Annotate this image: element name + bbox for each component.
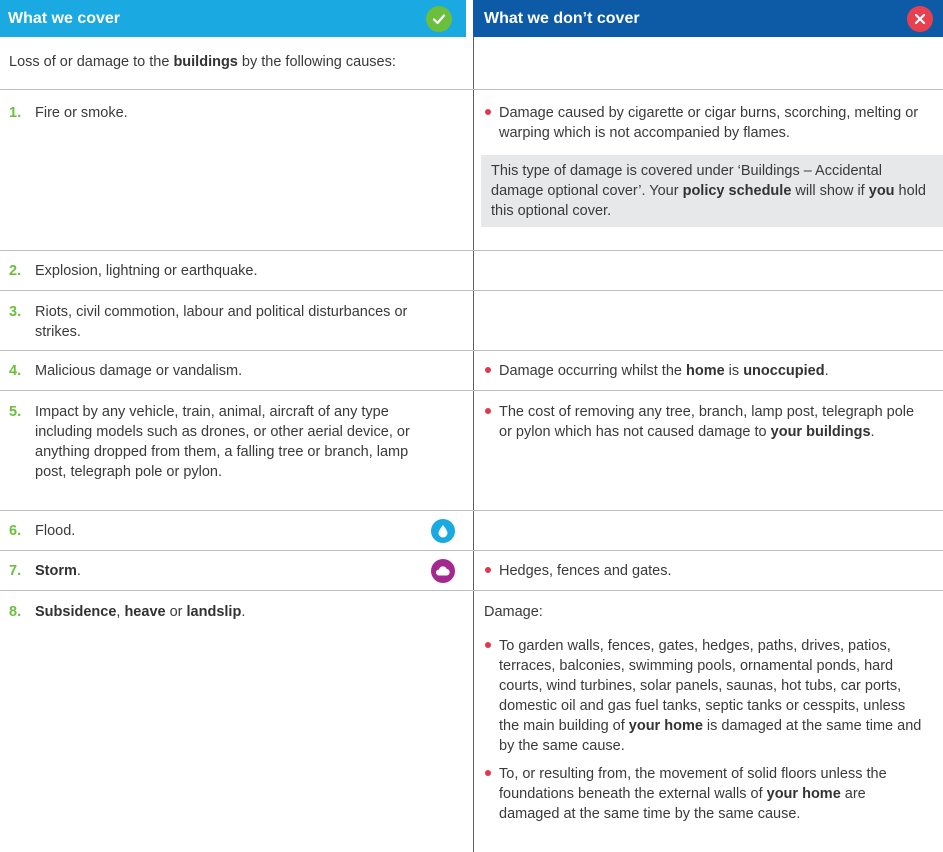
table-row-4-cover: 4. Malicious damage or vandalism. — [9, 363, 243, 379]
table-row-5-cover: 5. Impact by any vehicle, train, animal,… — [9, 404, 410, 480]
row-divider — [0, 350, 943, 351]
row-divider — [0, 550, 943, 551]
check-icon — [426, 6, 452, 32]
what-we-cover-header: What we cover — [0, 0, 466, 37]
policy-cover-table: What we cover What we don’t cover Loss o… — [0, 0, 943, 852]
table-row-5-exclusion: The cost of removing any tree, branch, l… — [484, 402, 924, 442]
table-row-2-cover: 2. Explosion, lightning or earthquake. — [9, 263, 258, 279]
optional-cover-note: This type of damage is covered under ‘Bu… — [481, 155, 943, 227]
damage-intro: Damage: — [484, 604, 543, 620]
table-row-7-cover: 7. Storm. — [9, 563, 81, 579]
cross-icon — [907, 6, 933, 32]
table-row-1-exclusion: Damage caused by cigarette or cigar burn… — [484, 103, 924, 143]
row-divider — [0, 590, 943, 591]
table-row-4-exclusion: Damage occurring whilst the home is unoc… — [484, 361, 924, 381]
table-row-1-cover: 1. Fire or smoke. — [9, 105, 128, 121]
what-we-dont-cover-header: What we don’t cover — [473, 0, 943, 37]
table-row-8-exclusion: Damage: To garden walls, fences, gates, … — [484, 602, 924, 824]
list-item: Damage caused by cigarette or cigar burn… — [484, 103, 924, 143]
row-divider — [0, 89, 943, 90]
table-row-7-exclusion: Hedges, fences and gates. — [484, 561, 924, 581]
row-divider — [0, 390, 943, 391]
what-we-cover-title: What we cover — [8, 9, 121, 27]
list-item: To, or resulting from, the movement of s… — [484, 764, 924, 824]
table-row-8-cover: 8. Subsidence, heave or landslip. — [9, 604, 246, 620]
what-we-dont-cover-title: What we don’t cover — [484, 9, 640, 27]
intro-text: Loss of or damage to the buildings by th… — [9, 54, 396, 70]
list-item: The cost of removing any tree, branch, l… — [484, 402, 924, 442]
list-item: Damage occurring whilst the home is unoc… — [484, 361, 924, 381]
water-drop-icon — [431, 519, 455, 543]
row-divider — [0, 250, 943, 251]
list-item: Hedges, fences and gates. — [484, 561, 924, 581]
list-item: To garden walls, fences, gates, hedges, … — [484, 636, 924, 756]
column-divider — [473, 37, 474, 852]
row-divider — [0, 510, 943, 511]
table-row-3-cover: 3. Riots, civil commotion, labour and po… — [9, 304, 408, 340]
row-divider — [0, 290, 943, 291]
table-row-6-cover: 6. Flood. — [9, 523, 76, 539]
cloud-icon — [431, 559, 455, 583]
